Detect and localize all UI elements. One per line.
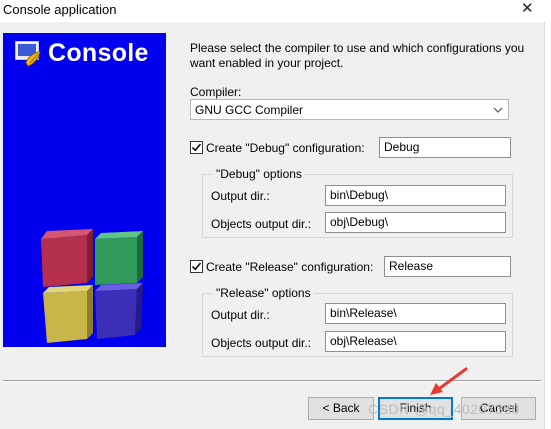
debug-output-dir-field[interactable]: bin\Debug\	[325, 185, 506, 206]
compiler-select[interactable]: GNU GCC Compiler	[190, 99, 509, 120]
debug-options-title: "Debug" options	[213, 167, 305, 181]
back-button[interactable]: < Back	[308, 397, 374, 420]
release-options-title: "Release" options	[213, 286, 314, 300]
window-edge	[544, 22, 551, 429]
release-objects-dir-label: Objects output dir.:	[211, 336, 312, 350]
release-objects-dir-field[interactable]: obj\Release\	[325, 331, 506, 352]
watermark: CSDN @qq_40207380	[368, 401, 520, 417]
release-output-dir-field[interactable]: bin\Release\	[325, 303, 506, 324]
checkmark-icon	[191, 262, 202, 271]
debug-checkbox[interactable]	[190, 141, 203, 154]
close-icon[interactable]: ✕	[521, 0, 534, 17]
codeblocks-cubes-logo	[41, 229, 143, 343]
chevron-down-icon	[493, 107, 503, 113]
title-bar: Console application ✕	[0, 0, 551, 22]
debug-name-field[interactable]: Debug	[379, 137, 511, 158]
debug-output-dir-label: Output dir.:	[211, 189, 270, 203]
release-checkbox[interactable]	[190, 260, 203, 273]
release-checkbox-label[interactable]: Create "Release" configuration:	[206, 260, 373, 274]
debug-objects-dir-label: Objects output dir.:	[211, 217, 312, 231]
checkmark-icon	[191, 143, 202, 152]
banner-title: Console	[48, 39, 149, 67]
window-title: Console application	[3, 2, 117, 17]
release-name-field[interactable]: Release	[384, 256, 511, 277]
release-output-dir-label: Output dir.:	[211, 308, 270, 322]
compiler-label: Compiler:	[190, 85, 242, 99]
console-app-icon	[15, 41, 41, 67]
compiler-selected-value: GNU GCC Compiler	[195, 103, 304, 117]
wizard-banner: Console	[3, 33, 166, 347]
annotation-arrow-icon	[430, 367, 468, 395]
debug-objects-dir-field[interactable]: obj\Debug\	[325, 212, 506, 233]
intro-text: Please select the compiler to use and wh…	[190, 41, 525, 70]
debug-checkbox-label[interactable]: Create "Debug" configuration:	[206, 141, 365, 155]
